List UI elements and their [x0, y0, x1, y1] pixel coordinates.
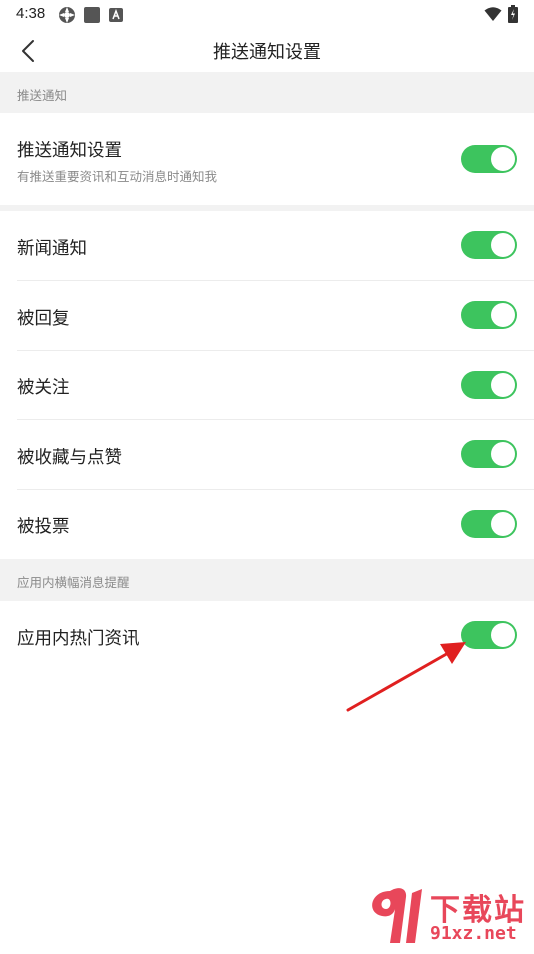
battery-icon — [508, 5, 518, 27]
toggle-knob — [491, 623, 515, 647]
section-header-banner: 应用内横幅消息提醒 — [0, 559, 534, 601]
navigation-header: 推送通知设置 — [0, 28, 534, 72]
setting-row-hot-news: 应用内热门资讯 — [0, 601, 534, 671]
section-label: 应用内横幅消息提醒 — [17, 575, 130, 590]
watermark-91-icon — [372, 888, 422, 943]
setting-label-favorited-liked: 被收藏与点赞 — [17, 448, 122, 468]
app-font-icon — [108, 7, 124, 27]
status-bar: 4:38 — [0, 0, 534, 28]
toggle-knob — [491, 373, 515, 397]
watermark-url: 91xz.net — [430, 923, 517, 944]
setting-row-followed: 被关注 — [0, 351, 534, 420]
master-push-setting-row: 推送通知设置 有推送重要资讯和互动消息时通知我 — [0, 113, 534, 205]
setting-label-replied: 被回复 — [17, 309, 70, 329]
hot-news-toggle[interactable] — [461, 621, 517, 649]
setting-label-followed: 被关注 — [17, 378, 70, 398]
setting-label-hot-news: 应用内热门资讯 — [17, 629, 140, 649]
setting-label-news: 新闻通知 — [17, 239, 87, 259]
followed-toggle[interactable] — [461, 371, 517, 399]
setting-row-replied: 被回复 — [0, 281, 534, 351]
section-header-push: 推送通知 — [0, 72, 534, 113]
news-toggle[interactable] — [461, 231, 517, 259]
replied-toggle[interactable] — [461, 301, 517, 329]
master-push-toggle[interactable] — [461, 145, 517, 173]
toggle-knob — [491, 512, 515, 536]
master-push-setting-title: 推送通知设置 — [17, 141, 122, 161]
toggle-knob — [491, 303, 515, 327]
setting-row-news: 新闻通知 — [0, 211, 534, 281]
section-label: 推送通知 — [17, 88, 68, 103]
page-title: 推送通知设置 — [213, 42, 321, 63]
app-square-icon — [83, 6, 101, 28]
favorited-liked-toggle[interactable] — [461, 440, 517, 468]
voted-toggle[interactable] — [461, 510, 517, 538]
toggle-knob — [491, 442, 515, 466]
setting-label-voted: 被投票 — [17, 517, 70, 537]
app-notification-icon — [58, 6, 76, 28]
master-push-setting-subtitle: 有推送重要资讯和互动消息时通知我 — [17, 169, 218, 184]
setting-row-favorited-liked: 被收藏与点赞 — [0, 420, 534, 490]
toggle-knob — [491, 233, 515, 257]
setting-row-voted: 被投票 — [0, 490, 534, 559]
wifi-icon — [484, 6, 502, 26]
watermark-logo: 下载站 91xz.net — [360, 883, 534, 950]
toggle-knob — [491, 147, 515, 171]
status-time: 4:38 — [16, 5, 46, 22]
